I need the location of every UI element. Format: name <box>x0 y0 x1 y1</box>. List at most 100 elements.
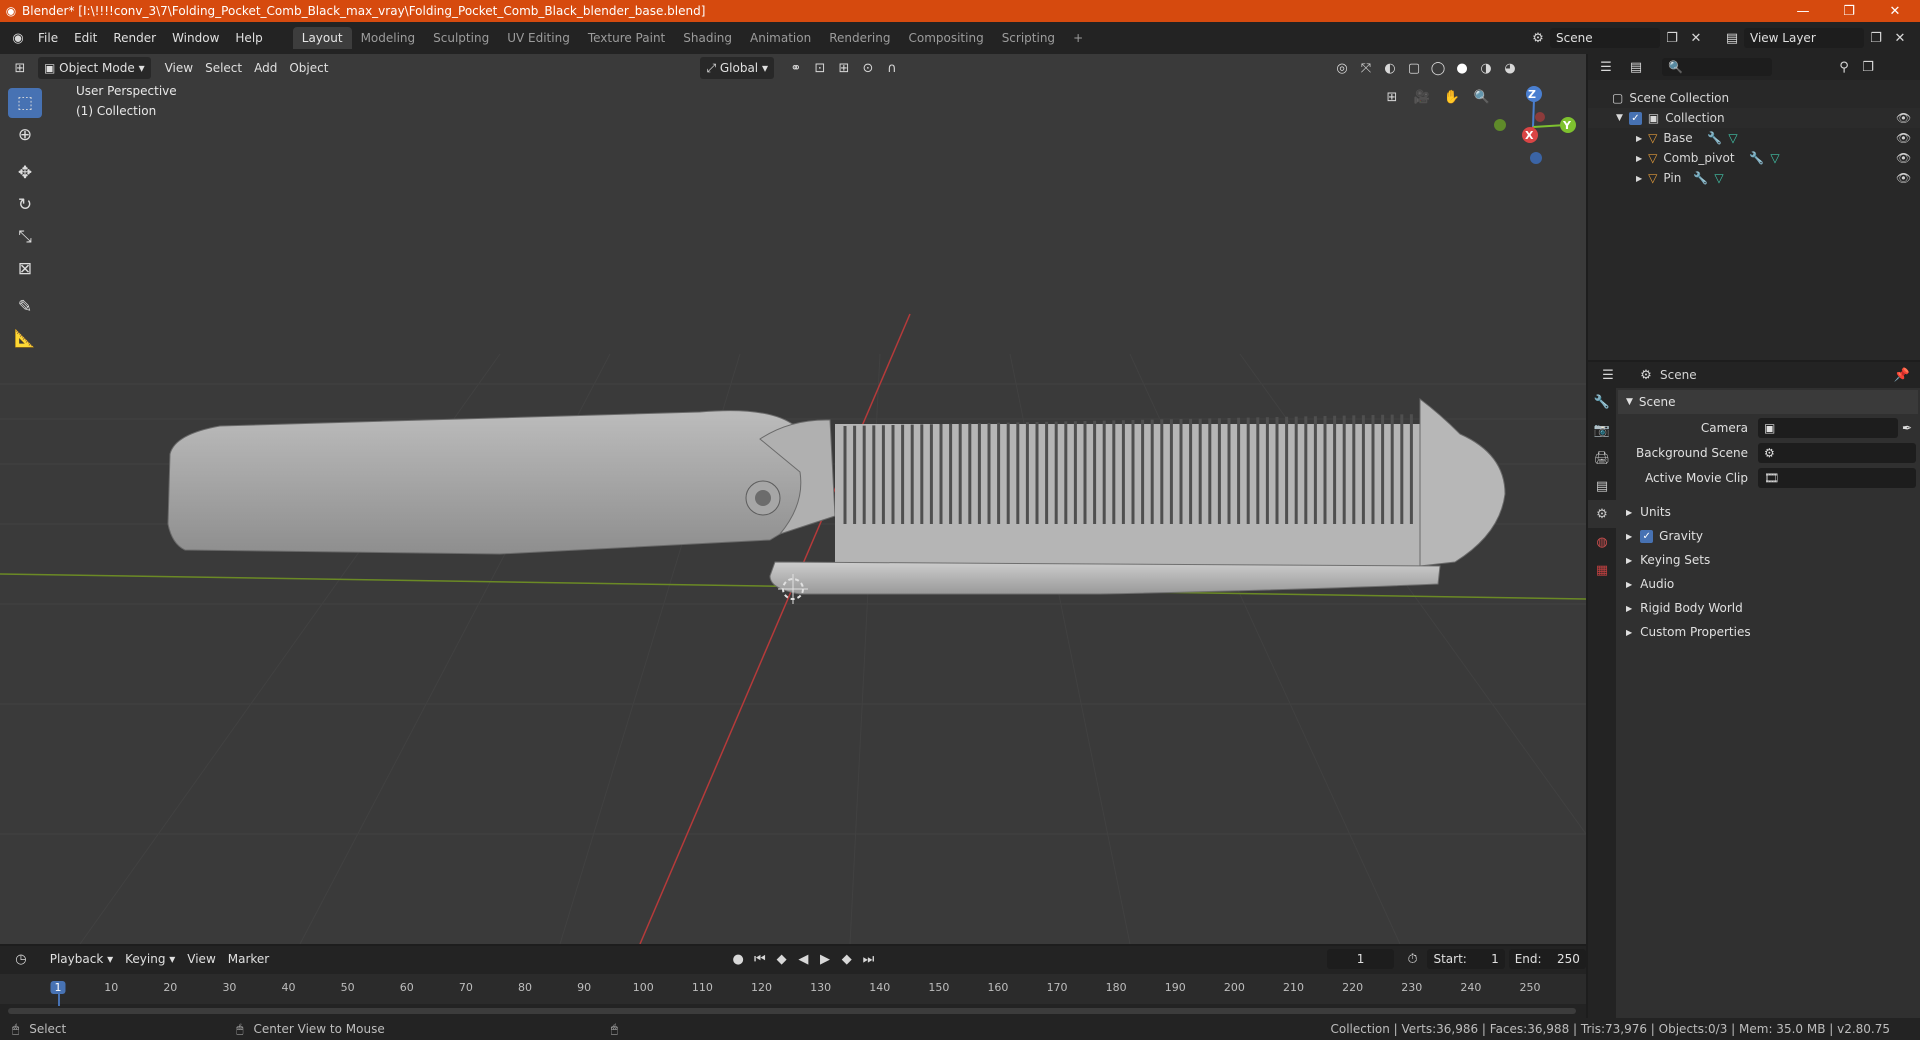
expand-icon[interactable]: ▶ <box>1636 154 1642 163</box>
new-collection-icon[interactable]: ❐ <box>1856 56 1880 78</box>
menu-help[interactable]: Help <box>227 27 270 49</box>
solid-shading-icon[interactable]: ● <box>1450 57 1474 79</box>
grid-view-icon[interactable]: ⊞ <box>1380 86 1404 108</box>
eye-icon[interactable]: 👁 <box>1896 151 1911 165</box>
texture-tab-icon[interactable]: ▦ <box>1588 556 1616 584</box>
outliner-editor-icon[interactable]: ☰ <box>1594 56 1618 78</box>
tool-tab-icon[interactable]: 🔧 <box>1588 388 1616 416</box>
audio-panel-header[interactable]: ▶ Audio <box>1618 572 1918 596</box>
delete-scene-icon[interactable]: ✕ <box>1684 27 1708 49</box>
overlay-toggle-icon[interactable]: ◐ <box>1378 57 1402 79</box>
scene-panel-header[interactable]: ▼ Scene <box>1618 390 1918 414</box>
current-frame-field[interactable]: 1 <box>1327 949 1394 969</box>
orientation-dropdown[interactable]: ⤢ Global ▾ <box>700 57 774 79</box>
gizmo-toggle-icon[interactable]: ⤧ <box>1354 57 1378 79</box>
menu-marker[interactable]: Marker <box>222 948 275 970</box>
tab-rendering[interactable]: Rendering <box>820 27 899 49</box>
blender-menu-icon[interactable]: ◉ <box>6 27 30 49</box>
menu-render[interactable]: Render <box>105 27 164 49</box>
background-scene-field[interactable]: ⚙ <box>1758 443 1916 463</box>
menu-window[interactable]: Window <box>164 27 227 49</box>
select-box-icon[interactable]: ⬚ <box>8 88 42 118</box>
expand-collection-icon[interactable]: ▼ <box>1616 113 1623 123</box>
world-tab-icon[interactable]: ◍ <box>1588 528 1616 556</box>
transform-icon[interactable]: ⊠ <box>8 254 42 284</box>
annotate-icon[interactable]: ✎ <box>8 292 42 322</box>
eyedropper-icon[interactable]: ✒ <box>1902 421 1912 435</box>
end-frame-field[interactable]: End: 250 <box>1508 949 1586 969</box>
scale-icon[interactable]: ⤡ <box>8 222 42 252</box>
properties-editor-icon[interactable]: ☰ <box>1596 364 1620 386</box>
falloff-icon[interactable]: ∩ <box>880 57 904 79</box>
measure-icon[interactable]: 📐 <box>8 324 42 354</box>
gravity-panel-header[interactable]: ▶ ✓ Gravity <box>1618 524 1918 548</box>
menu-file[interactable]: File <box>30 27 66 49</box>
eye-icon[interactable]: 👁 <box>1896 111 1911 125</box>
menu-add[interactable]: Add <box>248 57 283 79</box>
mode-dropdown[interactable]: ▣ Object Mode ▾ <box>38 57 151 79</box>
new-scene-icon[interactable]: ❐ <box>1660 27 1684 49</box>
timeline-scrollbar[interactable] <box>8 1008 1576 1014</box>
tab-compositing[interactable]: Compositing <box>899 27 992 49</box>
display-mode-icon[interactable]: ▤ <box>1624 56 1648 78</box>
record-icon[interactable]: ● <box>727 948 749 970</box>
view-layer-tab-icon[interactable]: ▤ <box>1588 472 1616 500</box>
keying-sets-panel-header[interactable]: ▶ Keying Sets <box>1618 548 1918 572</box>
timeline-ruler[interactable]: 1 10 20 30 40 50 60 70 80 90 100 110 120 130 140 150 160… <box>0 974 1586 1006</box>
delete-view-layer-icon[interactable]: ✕ <box>1888 27 1912 49</box>
scene-field[interactable]: Scene <box>1550 28 1660 48</box>
snap-icon[interactable]: ⊡ <box>808 57 832 79</box>
add-workspace-icon[interactable]: + <box>1064 27 1092 49</box>
camera-field[interactable]: ▣ <box>1758 418 1898 438</box>
units-panel-header[interactable]: ▶ Units <box>1618 500 1918 524</box>
tab-sculpting[interactable]: Sculpting <box>424 27 498 49</box>
menu-playback[interactable]: Playback ▾ <box>44 948 119 970</box>
play-reverse-icon[interactable]: ◀ <box>792 948 814 970</box>
rendered-shading-icon[interactable]: ◕ <box>1498 57 1522 79</box>
eye-icon[interactable]: 👁 <box>1896 171 1911 185</box>
menu-timeline-view[interactable]: View <box>181 948 221 970</box>
restore-button[interactable]: ❐ <box>1826 0 1872 22</box>
cursor-icon[interactable]: ⊕ <box>8 120 42 150</box>
zoom-icon[interactable]: 🔍 <box>1470 86 1494 108</box>
stopwatch-icon[interactable]: ⏱ <box>1402 948 1424 970</box>
rigid-body-world-panel-header[interactable]: ▶ Rigid Body World <box>1618 596 1918 620</box>
view-layer-icon[interactable]: ▤ <box>1720 27 1744 49</box>
scene-tab-icon[interactable]: ⚙ <box>1588 500 1616 528</box>
3d-viewport[interactable]: Z Y X ⊞ ▣ Object Mode ▾ View Select Add … <box>0 54 1586 944</box>
tab-modeling[interactable]: Modeling <box>352 27 425 49</box>
eye-icon[interactable]: 👁 <box>1896 131 1911 145</box>
tab-animation[interactable]: Animation <box>741 27 820 49</box>
camera-view-icon[interactable]: 🎥 <box>1410 86 1434 108</box>
next-keyframe-icon[interactable]: ◆ <box>836 948 858 970</box>
new-view-layer-icon[interactable]: ❐ <box>1864 27 1888 49</box>
tab-shading[interactable]: Shading <box>674 27 741 49</box>
pan-hand-icon[interactable]: ✋ <box>1440 86 1464 108</box>
outliner-search-input[interactable]: 🔍 <box>1662 58 1772 76</box>
snap-target-icon[interactable]: ⊞ <box>832 57 856 79</box>
expand-icon[interactable]: ▶ <box>1636 174 1642 183</box>
render-tab-icon[interactable]: 📷 <box>1588 416 1616 444</box>
editor-type-icon[interactable]: ⊞ <box>8 57 32 79</box>
close-button[interactable]: ✕ <box>1872 0 1918 22</box>
wireframe-shading-icon[interactable]: ◯ <box>1426 57 1450 79</box>
gravity-checkbox[interactable]: ✓ <box>1640 529 1654 543</box>
minimize-button[interactable]: — <box>1780 0 1826 22</box>
proportional-edit-icon[interactable]: ⊙ <box>856 57 880 79</box>
menu-select[interactable]: Select <box>199 57 248 79</box>
tab-uv-editing[interactable]: UV Editing <box>498 27 579 49</box>
xray-icon[interactable]: ▢ <box>1402 57 1426 79</box>
tab-scripting[interactable]: Scripting <box>993 27 1064 49</box>
material-shading-icon[interactable]: ◑ <box>1474 57 1498 79</box>
collection-checkbox[interactable]: ✓ <box>1628 111 1642 125</box>
active-movie-clip-field[interactable]: 🎞 <box>1758 468 1916 488</box>
prev-keyframe-icon[interactable]: ◆ <box>771 948 793 970</box>
outliner-item-pin[interactable]: ▶ ▽ Pin 🔧 ▽ 👁 <box>1588 168 1920 188</box>
custom-properties-panel-header[interactable]: ▶ Custom Properties <box>1618 620 1918 644</box>
menu-object[interactable]: Object <box>283 57 334 79</box>
rotate-icon[interactable]: ↻ <box>8 190 42 220</box>
tab-layout[interactable]: Layout <box>292 27 352 49</box>
jump-end-icon[interactable]: ⏭ <box>858 948 880 970</box>
scene-selector-icon[interactable]: ⚙ <box>1526 27 1550 49</box>
view-layer-field[interactable]: View Layer <box>1744 28 1864 48</box>
